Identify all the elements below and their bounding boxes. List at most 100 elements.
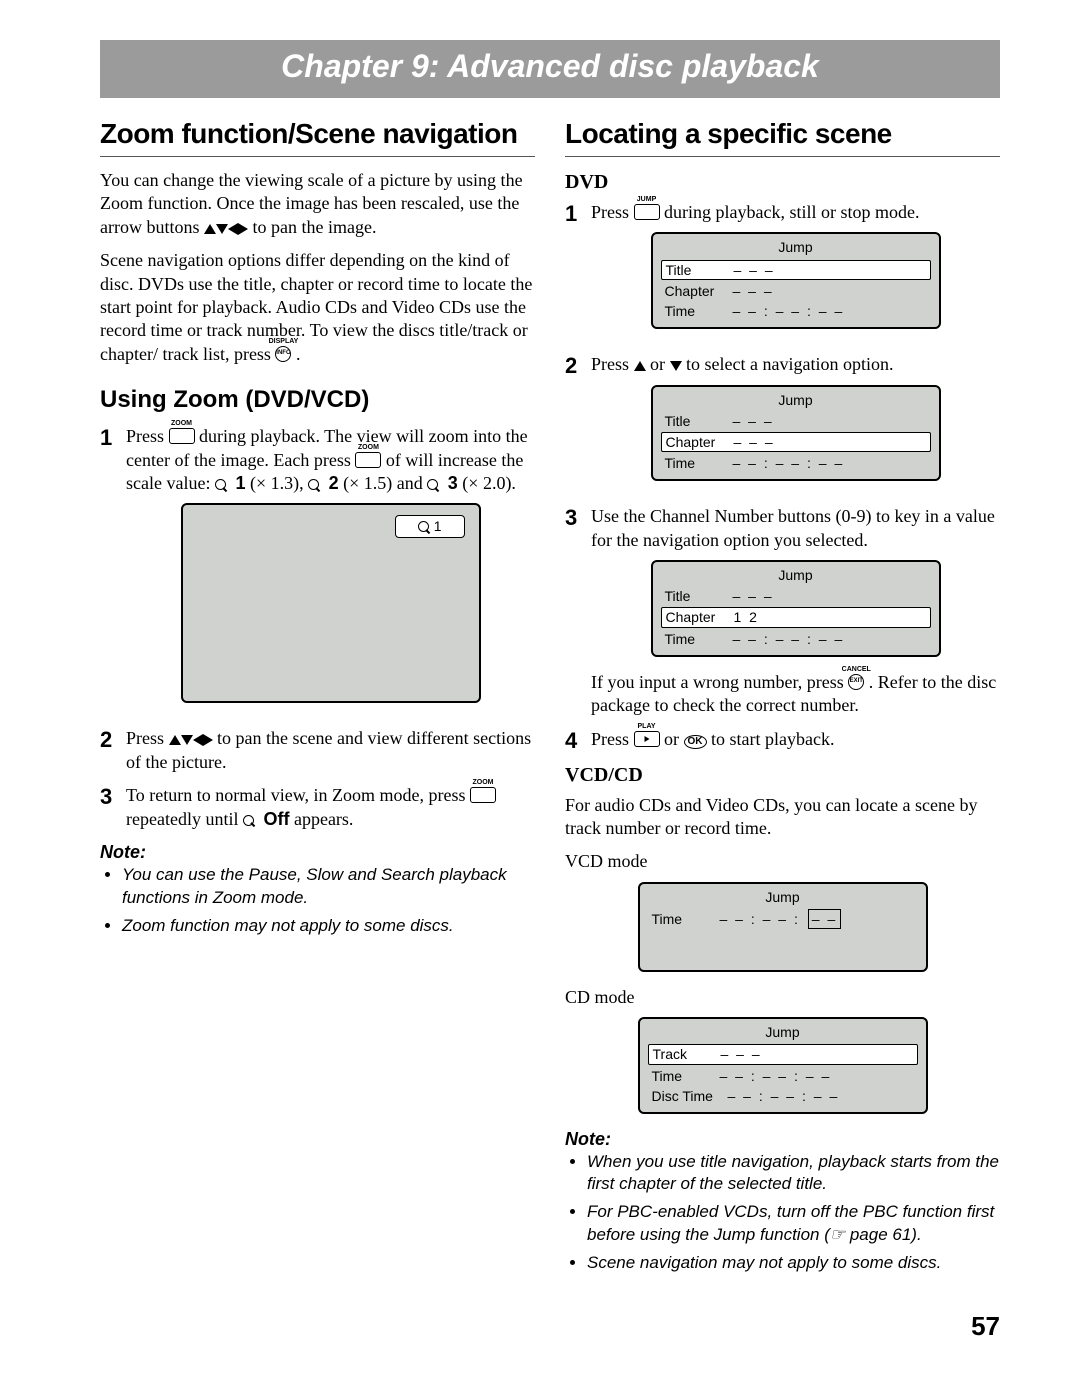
osd-label-track: Track — [649, 1045, 721, 1063]
note-item: For PBC-enabled VCDs, turn off the PBC f… — [587, 1201, 1000, 1245]
locate-step-4: 4 Press PLAY or OK to start playback. — [565, 728, 1000, 752]
locate-steps: 1 Press JUMP during playback, still or s… — [565, 201, 1000, 752]
cancel-exit-button-icon: CANCEL EXIT — [848, 674, 864, 690]
osd-label-disc-time: Disc Time — [648, 1087, 728, 1105]
r-step2-b: or — [650, 354, 670, 374]
osd-jump-title: Jump — [661, 391, 931, 409]
osd-jump-title: Jump — [661, 238, 931, 256]
osd-val-title: – – – — [733, 587, 931, 605]
osd-jump-2: Jump Title – – – Chapter – – – — [651, 385, 941, 482]
wrong-a: If you input a wrong number, press — [591, 672, 848, 692]
dvd-heading: DVD — [565, 169, 1000, 195]
play-label: PLAY — [638, 722, 656, 731]
note-item: When you use title navigation, playback … — [587, 1151, 1000, 1195]
osd-label-chapter: Chapter — [661, 282, 733, 300]
jump-button-label: JUMP — [637, 195, 656, 204]
zoom-button-icon: ZOOM — [169, 428, 195, 444]
arrow-left-icon — [193, 734, 203, 746]
osd-jump-title: Jump — [661, 566, 931, 584]
locate-notes: When you use title navigation, playback … — [565, 1151, 1000, 1273]
step-number: 1 — [100, 425, 126, 449]
section-locating-scene: Locating a specific scene — [565, 116, 1000, 157]
exit-label: EXIT — [850, 678, 863, 686]
osd-row-disc-time: Disc Time – – : – – : – – — [648, 1086, 918, 1106]
arrow-up-icon — [204, 224, 216, 234]
osd-val-title: – – – — [734, 261, 930, 279]
step3-c: appears. — [294, 809, 353, 829]
step-number: 1 — [565, 201, 591, 225]
note-item: Scene navigation may not apply to some d… — [587, 1252, 1000, 1274]
osd-zoom-screen: 1 — [181, 503, 481, 703]
intro2-text-b: . — [296, 344, 301, 364]
zoom-steps: 1 Press ZOOM during playback. The view w… — [100, 425, 535, 831]
display-info-button-icon: DISPLAY INFO — [275, 346, 291, 362]
magnifier-icon — [243, 809, 259, 829]
r-step1-a: Press — [591, 202, 634, 222]
scale-1: 1 — [235, 473, 245, 493]
intro-paragraph-1: You can change the viewing scale of a pi… — [100, 169, 535, 239]
off-label: Off — [263, 809, 289, 829]
osd-label-time: Time — [648, 910, 720, 928]
magnifier-icon — [427, 473, 443, 493]
osd-row-time: Time – – : – – : – – — [661, 453, 931, 473]
zoom-button-icon: ZOOM — [355, 452, 381, 468]
osd-label-time: Time — [648, 1067, 720, 1085]
r-step4-a: Press — [591, 729, 634, 749]
osd-label-time: Time — [661, 302, 733, 320]
osd-label-chapter: Chapter — [662, 608, 734, 626]
subsection-using-zoom: Using Zoom (DVD/VCD) — [100, 384, 535, 415]
cancel-label: CANCEL — [842, 665, 871, 674]
step3-a: To return to normal view, in Zoom mode, … — [126, 785, 470, 805]
intro-paragraph-2: Scene navigation options differ dependin… — [100, 249, 535, 366]
scale3-mult: (× 2.0). — [458, 473, 516, 493]
osd-val-time: – – : – – : – – — [733, 630, 931, 648]
zoom-button-icon: ZOOM — [470, 787, 496, 803]
osd-row-time: Time – – : – – : – – — [648, 908, 918, 930]
scale1-mult: (× 1.3), — [245, 473, 308, 493]
r-step2-c: to select a navigation option. — [686, 354, 893, 374]
ok-button-icon: OK — [684, 735, 707, 749]
display-label: DISPLAY — [269, 337, 299, 346]
r-step3: Use the Channel Number buttons (0-9) to … — [591, 506, 995, 549]
osd-zoom-value: 1 — [434, 518, 442, 534]
note-heading: Note: — [100, 841, 535, 864]
section-zoom-nav: Zoom function/Scene navigation — [100, 116, 535, 157]
step-number: 3 — [565, 505, 591, 529]
note-heading: Note: — [565, 1128, 1000, 1151]
scale-2: 2 — [329, 473, 339, 493]
osd-row-chapter: Chapter – – – — [661, 281, 931, 301]
arrow-left-icon — [228, 223, 238, 235]
r-step4-c: to start playback. — [711, 729, 834, 749]
step-body: To return to normal view, in Zoom mode, … — [126, 784, 535, 831]
cd-mode-label: CD mode — [565, 986, 1000, 1009]
osd-label-title: Title — [661, 412, 733, 430]
zoom-button-label: ZOOM — [171, 419, 192, 428]
osd-label-time: Time — [661, 630, 733, 648]
magnifier-icon — [308, 473, 324, 493]
zoom-button-label: ZOOM — [358, 443, 379, 452]
osd-label-title: Title — [662, 261, 734, 279]
arrow-up-icon — [169, 735, 181, 745]
play-triangle-icon — [644, 736, 649, 742]
osd-label-chapter: Chapter — [662, 433, 734, 451]
osd-jump-title: Jump — [648, 888, 918, 906]
osd-val-time: – – : – – : – – — [733, 302, 931, 320]
r-step2-a: Press — [591, 354, 634, 374]
osd-zoom-indicator: 1 — [395, 515, 465, 537]
arrow-down-icon — [670, 361, 682, 371]
osd-val-time: – – : – – : – – — [733, 454, 931, 472]
jump-button-icon: JUMP — [634, 204, 660, 220]
play-button-icon: PLAY — [634, 731, 660, 747]
osd-val-time: – – : – – : – – — [720, 1067, 918, 1085]
magnifier-icon — [418, 518, 434, 534]
left-column: Zoom function/Scene navigation You can c… — [100, 116, 535, 1280]
osd-row-time: Time – – : – – : – – — [648, 1066, 918, 1086]
step3-b: repeatedly until — [126, 809, 243, 829]
osd-val-time: – – : – – : – – — [720, 909, 918, 929]
arrow-right-icon — [203, 734, 213, 746]
vcdcd-intro: For audio CDs and Video CDs, you can loc… — [565, 794, 1000, 841]
two-column-layout: Zoom function/Scene navigation You can c… — [100, 116, 1000, 1280]
osd-val-chapter: – – – — [733, 282, 931, 300]
intro2-text-a: Scene navigation options differ dependin… — [100, 250, 532, 364]
vcd-mode-label: VCD mode — [565, 850, 1000, 873]
